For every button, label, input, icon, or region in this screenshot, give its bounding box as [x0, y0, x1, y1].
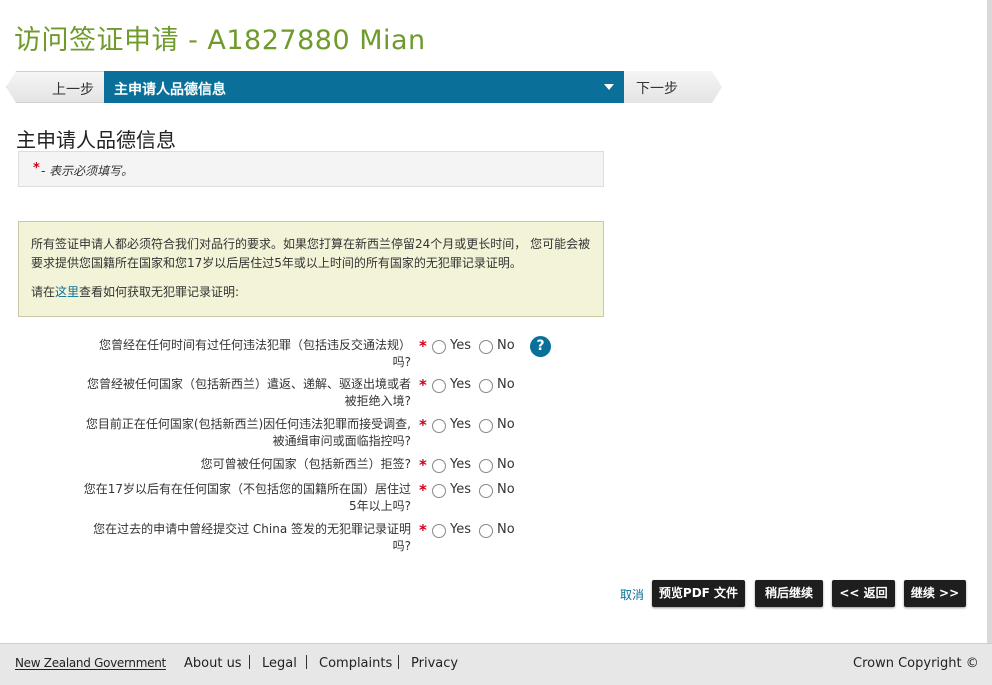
- question-text: 您在17岁以后有在任何国家（不包括您的国籍所在国）居住过5年以上吗?: [83, 482, 411, 513]
- question-text: 您曾经被任何国家（包括新西兰）遣返、递解、驱逐出境或者被拒绝入境?: [86, 377, 411, 408]
- required-star: *: [419, 521, 427, 539]
- info-box: 所有签证申请人都必须符合我们对品行的要求。如果您打算在新西兰停留24个月或更长时…: [18, 221, 604, 317]
- required-star: *: [419, 337, 427, 355]
- yes-radio[interactable]: [432, 379, 446, 393]
- cancel-link[interactable]: 取消: [620, 586, 644, 603]
- question-row: 您曾经被任何国家（包括新西兰）遣返、递解、驱逐出境或者被拒绝入境? * Yes …: [0, 376, 560, 416]
- continue-button[interactable]: 继续 >>: [904, 580, 966, 607]
- yes-label: Yes: [450, 457, 471, 472]
- no-label: No: [497, 522, 515, 537]
- info-link-suffix: 查看如何获取无犯罪记录证明:: [79, 285, 240, 299]
- scrollbar-track: [987, 0, 992, 645]
- prev-step-label: 上一步: [52, 82, 94, 98]
- chevron-down-icon: [604, 84, 614, 90]
- no-label: No: [497, 482, 515, 497]
- preview-pdf-button[interactable]: 预览PDF 文件: [652, 580, 745, 607]
- footer-link-legal[interactable]: Legal: [262, 656, 297, 671]
- no-radio[interactable]: [479, 524, 493, 538]
- yes-label: Yes: [450, 522, 471, 537]
- question-text: 您可曾被任何国家（包括新西兰）拒签?: [200, 457, 411, 471]
- yes-label: Yes: [450, 338, 471, 353]
- no-label: No: [497, 417, 515, 432]
- help-icon[interactable]: ?: [530, 336, 551, 357]
- question-row: 您目前正在任何国家(包括新西兰)因任何违法犯罪而接受调查, 被通缉审问或面临指控…: [0, 416, 560, 456]
- question-text: 您目前正在任何国家(包括新西兰)因任何违法犯罪而接受调查, 被通缉审问或面临指控…: [85, 417, 411, 448]
- info-here-link[interactable]: 这里: [55, 285, 79, 299]
- yes-label: Yes: [450, 377, 471, 392]
- copyright: Crown Copyright ©: [853, 656, 979, 671]
- no-label: No: [497, 457, 515, 472]
- required-star: *: [419, 481, 427, 499]
- required-note: * - 表示必须填写。: [18, 151, 604, 187]
- yes-radio[interactable]: [432, 459, 446, 473]
- no-radio[interactable]: [479, 419, 493, 433]
- footer-link-about[interactable]: About us: [184, 656, 242, 671]
- current-step-label: 主申请人品德信息: [114, 82, 226, 98]
- question-row: 您曾经在任何时间有过任何违法犯罪（包括违反交通法规）吗? * Yes No: [0, 337, 560, 377]
- next-step-label: 下一步: [636, 81, 678, 97]
- step-select-dropdown[interactable]: 主申请人品德信息: [104, 71, 624, 103]
- yes-radio[interactable]: [432, 419, 446, 433]
- no-radio[interactable]: [479, 379, 493, 393]
- footer-divider: [306, 655, 307, 669]
- required-star: *: [419, 376, 427, 394]
- back-button[interactable]: << 返回: [832, 580, 895, 607]
- question-text: 您曾经在任何时间有过任何违法犯罪（包括违反交通法规）吗?: [98, 338, 411, 369]
- page-title: 访问签证申请 - A1827880 Mian: [14, 25, 426, 56]
- footer-divider: [398, 655, 399, 669]
- required-star: *: [33, 161, 40, 176]
- no-radio[interactable]: [479, 459, 493, 473]
- footer-link-complaints[interactable]: Complaints: [319, 656, 392, 671]
- yes-label: Yes: [450, 482, 471, 497]
- section-heading: 主申请人品德信息: [16, 128, 176, 152]
- no-radio[interactable]: [479, 484, 493, 498]
- no-label: No: [497, 338, 515, 353]
- yes-radio[interactable]: [432, 340, 446, 354]
- info-link-paragraph: 请在这里查看如何获取无犯罪记录证明:: [31, 283, 239, 302]
- question-text: 您在过去的申请中曾经提交过 China 签发的无犯罪记录证明吗?: [93, 522, 411, 553]
- yes-radio[interactable]: [432, 524, 446, 538]
- footer-link-privacy[interactable]: Privacy: [411, 656, 458, 671]
- no-radio[interactable]: [479, 340, 493, 354]
- form-actions: 取消 预览PDF 文件 稍后继续 << 返回 继续 >>: [0, 580, 992, 610]
- footer: New Zealand Government About us Legal Co…: [0, 643, 992, 685]
- info-paragraph: 所有签证申请人都必须符合我们对品行的要求。如果您打算在新西兰停留24个月或更长时…: [31, 237, 591, 270]
- step-navigation: 上一步 主申请人品德信息 下一步: [6, 71, 722, 103]
- next-step-button[interactable]: 下一步: [624, 71, 722, 103]
- required-star: *: [419, 456, 427, 474]
- yes-label: Yes: [450, 417, 471, 432]
- required-star: *: [419, 416, 427, 434]
- prev-step-button[interactable]: 上一步: [6, 71, 106, 103]
- nz-government-logo[interactable]: New Zealand Government: [15, 656, 166, 670]
- no-label: No: [497, 377, 515, 392]
- save-later-button[interactable]: 稍后继续: [755, 580, 823, 607]
- required-note-text: - 表示必须填写。: [41, 164, 134, 178]
- yes-radio[interactable]: [432, 484, 446, 498]
- question-row: 您在17岁以后有在任何国家（不包括您的国籍所在国）居住过5年以上吗? * Yes…: [0, 481, 560, 521]
- question-row: 您在过去的申请中曾经提交过 China 签发的无犯罪记录证明吗? * Yes N…: [0, 521, 560, 561]
- footer-divider: [249, 655, 250, 669]
- info-link-prefix: 请在: [31, 285, 56, 299]
